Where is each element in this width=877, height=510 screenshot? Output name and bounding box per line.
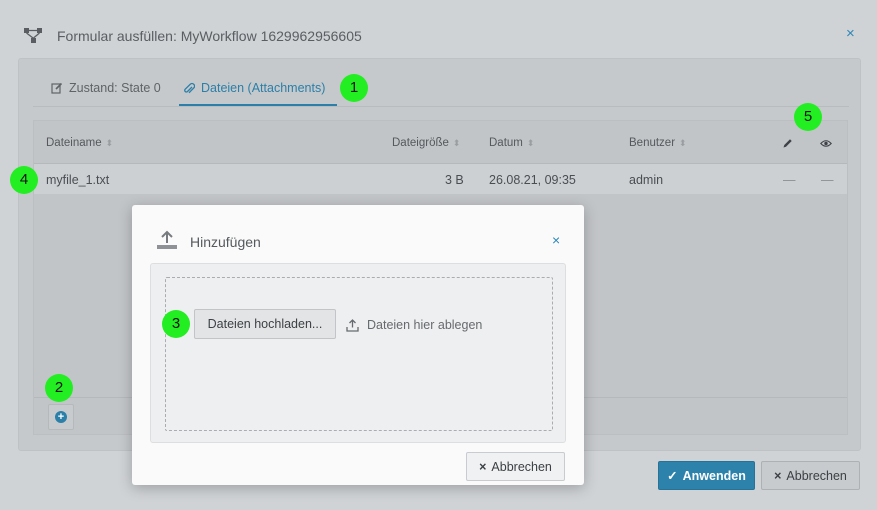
column-header-user[interactable]: Benutzer ⬍ — [629, 137, 687, 149]
eye-icon[interactable] — [820, 139, 832, 148]
outer-cancel-button[interactable]: × Abbrechen — [761, 461, 860, 490]
column-header-filename[interactable]: Dateiname ⬍ — [46, 137, 113, 149]
cell-view[interactable]: — — [821, 173, 834, 187]
column-header-size[interactable]: Dateigröße ⬍ — [392, 137, 460, 149]
sort-icon: ⬍ — [452, 137, 461, 148]
check-icon: ✓ — [667, 469, 678, 483]
workflow-icon — [24, 28, 42, 43]
outer-close-icon[interactable]: × — [846, 25, 855, 42]
paperclip-icon — [184, 82, 195, 93]
modal-title: Hinzufügen — [190, 234, 261, 250]
table-row[interactable]: myfile_1.txt 3 B 26.08.21, 09:35 admin —… — [34, 164, 847, 194]
upload-icon — [157, 230, 177, 249]
cell-size: 3 B — [445, 173, 464, 187]
close-icon: × — [479, 459, 487, 474]
table-header: Dateiname ⬍ Dateigröße ⬍ Datum ⬍ Benutzer ⬍ — [34, 121, 847, 164]
add-files-modal: Hinzufügen × Dateien hochladen... Dateie… — [132, 205, 584, 485]
tab-attachments[interactable]: Dateien (Attachments) — [183, 81, 325, 95]
marker-4: 4 — [10, 166, 38, 194]
cell-filename: myfile_1.txt — [46, 173, 110, 187]
modal-cancel-button[interactable]: × Abbrechen — [466, 452, 565, 481]
active-tab-indicator — [179, 104, 337, 106]
modal-close-icon[interactable]: × — [552, 232, 560, 248]
add-attachment-button[interactable]: + — [48, 404, 74, 430]
upload-files-button[interactable]: Dateien hochladen... — [194, 309, 336, 339]
cell-date: 26.08.21, 09:35 — [489, 173, 576, 187]
drop-hint: Dateien hier ablegen — [346, 318, 482, 332]
marker-5: 5 — [794, 103, 822, 131]
tab-attachments-label: Dateien (Attachments) — [201, 81, 326, 95]
close-icon: × — [774, 468, 782, 483]
sort-icon: ⬍ — [679, 137, 687, 148]
sort-icon: ⬍ — [105, 137, 114, 148]
outer-dialog-title: Formular ausfüllen: MyWorkflow 162996295… — [57, 28, 362, 44]
modal-body: Dateien hochladen... Dateien hier ablege… — [150, 263, 566, 443]
outer-dialog-header: Formular ausfüllen: MyWorkflow 162996295… — [0, 0, 877, 58]
column-header-date[interactable]: Datum ⬍ — [489, 137, 534, 149]
tab-state-label: Zustand: State 0 — [69, 81, 161, 95]
plus-circle-icon: + — [55, 411, 67, 423]
upload-icon — [346, 318, 359, 332]
sort-icon: ⬍ — [526, 137, 535, 148]
tab-bar: Zustand: State 0 Dateien (Attachments) — [33, 75, 849, 107]
cell-edit[interactable]: — — [783, 173, 796, 187]
pencil-icon[interactable] — [782, 138, 793, 149]
file-dropzone[interactable]: Dateien hochladen... Dateien hier ablege… — [165, 277, 553, 431]
edit-icon — [51, 82, 63, 94]
marker-1: 1 — [340, 74, 368, 102]
cell-user: admin — [629, 173, 664, 187]
marker-3: 3 — [162, 310, 190, 338]
tab-state[interactable]: Zustand: State 0 — [51, 81, 161, 95]
marker-2: 2 — [45, 374, 73, 402]
apply-button[interactable]: ✓ Anwenden — [658, 461, 755, 490]
